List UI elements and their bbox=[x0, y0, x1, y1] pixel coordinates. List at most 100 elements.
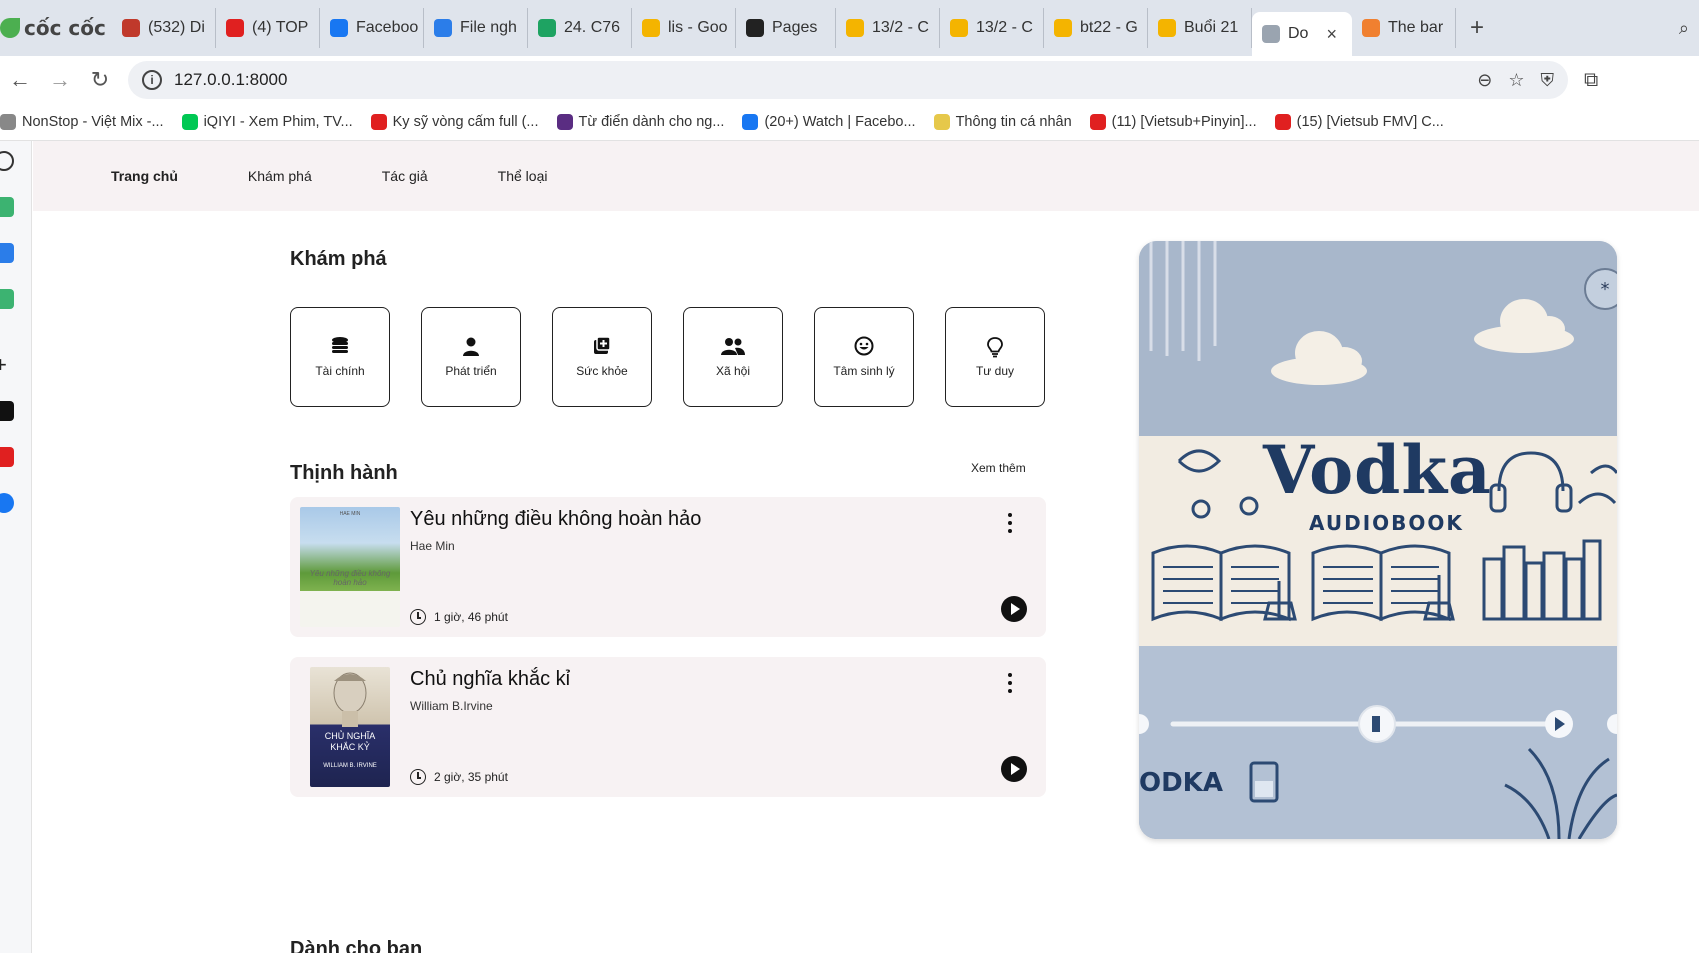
category-finance[interactable]: Tài chính bbox=[290, 307, 390, 407]
tab-label: bt22 - G bbox=[1080, 19, 1138, 36]
tab-label: (532) Di bbox=[148, 19, 205, 36]
game-icon[interactable] bbox=[0, 289, 14, 309]
bookmark-label: (15) [Vietsub FMV] C... bbox=[1296, 114, 1444, 130]
close-tab-icon[interactable]: × bbox=[1326, 24, 1337, 45]
tab-search-icon[interactable]: ⌕ bbox=[1679, 18, 1689, 39]
youtube-icon[interactable] bbox=[0, 447, 14, 467]
nav-authors[interactable]: Tác giả bbox=[382, 168, 428, 184]
category-label: Phát triển bbox=[445, 364, 497, 378]
nav-genres[interactable]: Thể loại bbox=[498, 168, 548, 184]
category-health[interactable]: Sức khỏe bbox=[552, 307, 652, 407]
category-label: Sức khỏe bbox=[576, 364, 628, 378]
bookmark-favicon-icon bbox=[933, 114, 950, 130]
tab-favicon-icon bbox=[746, 19, 764, 37]
shield-icon[interactable]: ⛨ bbox=[1541, 70, 1555, 91]
category-development[interactable]: Phát triển bbox=[421, 307, 521, 407]
coccoc-logo-icon bbox=[0, 18, 20, 38]
tab-favicon-icon bbox=[1158, 19, 1176, 37]
book-cover[interactable]: HAE MIN Yêu những điều không hoàn hảo bbox=[300, 507, 400, 627]
tab-favicon-icon bbox=[950, 19, 968, 37]
new-tab-button[interactable]: + bbox=[1456, 14, 1498, 42]
category-label: Tài chính bbox=[315, 364, 365, 378]
ai-icon[interactable] bbox=[0, 197, 14, 217]
browser-tab[interactable]: (532) Di bbox=[112, 8, 216, 48]
book-title[interactable]: Yêu những điều không hoàn hảo bbox=[410, 508, 701, 531]
book-author[interactable]: William B.Irvine bbox=[410, 699, 493, 713]
tab-label: The bar bbox=[1388, 19, 1444, 36]
browser-tab[interactable]: Faceboo bbox=[320, 8, 424, 48]
address-bar[interactable]: i 127.0.0.1:8000 ⊖ ☆ ⛨ bbox=[128, 61, 1568, 99]
add-sidebar-icon[interactable]: + bbox=[0, 354, 14, 376]
browser-tab[interactable]: lis - Goo bbox=[632, 8, 736, 48]
bookmark-label: Thông tin cá nhân bbox=[955, 114, 1072, 130]
nav-explore[interactable]: Khám phá bbox=[248, 168, 312, 184]
history-icon[interactable] bbox=[0, 151, 14, 171]
book-duration: 1 giờ, 46 phút bbox=[410, 609, 508, 625]
bookmark-item[interactable]: Thông tin cá nhân bbox=[933, 114, 1072, 130]
site-info-icon[interactable]: i bbox=[142, 70, 162, 90]
tab-label: lis - Goo bbox=[668, 19, 728, 36]
category-thinking[interactable]: Tư duy bbox=[945, 307, 1045, 407]
forward-button[interactable]: → bbox=[40, 67, 80, 93]
book-cover[interactable]: CHỦ NGHĨA KHẮC KỶ WILLIAM B. IRVINE bbox=[310, 667, 390, 787]
back-button[interactable]: ← bbox=[0, 67, 40, 93]
play-button[interactable] bbox=[1001, 756, 1027, 782]
nav-home[interactable]: Trang chủ bbox=[111, 168, 178, 184]
tab-label: 24. C76 bbox=[564, 19, 621, 36]
zalo-icon[interactable] bbox=[0, 243, 14, 263]
browser-tab[interactable]: Do × bbox=[1252, 12, 1352, 56]
book-card[interactable]: HAE MIN Yêu những điều không hoàn hảo Yê… bbox=[290, 497, 1046, 637]
tab-label: Faceboo bbox=[356, 19, 419, 36]
zoom-out-icon[interactable]: ⊖ bbox=[1477, 70, 1492, 91]
svg-text:*: * bbox=[1601, 279, 1610, 300]
promo-subtitle: AUDIOBOOK bbox=[1309, 511, 1464, 535]
book-author[interactable]: Hae Min bbox=[410, 539, 455, 553]
reload-button[interactable]: ↻ bbox=[80, 67, 120, 93]
category-psychology[interactable]: Tâm sinh lý bbox=[814, 307, 914, 407]
cover-author: HAE MIN bbox=[339, 511, 361, 517]
bookmark-star-icon[interactable]: ☆ bbox=[1508, 70, 1524, 91]
browser-tab[interactable]: 24. C76 bbox=[528, 8, 632, 48]
bookmark-item[interactable]: NonStop - Việt Mix -... bbox=[0, 114, 164, 130]
bookmark-item[interactable]: iQIYI - Xem Phim, TV... bbox=[181, 114, 353, 130]
book-duration: 2 giờ, 35 phút bbox=[410, 769, 508, 785]
browser-tab[interactable]: File ngh bbox=[424, 8, 528, 48]
coins-icon bbox=[329, 336, 351, 358]
trending-title: Thịnh hành bbox=[290, 462, 398, 484]
more-options-icon[interactable] bbox=[1000, 511, 1020, 535]
more-options-icon[interactable] bbox=[1000, 671, 1020, 695]
tab-favicon-icon bbox=[538, 19, 556, 37]
book-title[interactable]: Chủ nghĩa khắc kỉ bbox=[410, 668, 570, 691]
book-card[interactable]: CHỦ NGHĨA KHẮC KỶ WILLIAM B. IRVINE Chủ … bbox=[290, 657, 1046, 797]
clock-icon bbox=[410, 609, 426, 625]
browser-brand[interactable]: cốc cốc bbox=[0, 16, 112, 40]
browser-tab[interactable]: 13/2 - C bbox=[836, 8, 940, 48]
smile-icon bbox=[854, 336, 874, 358]
bookmark-item[interactable]: (20+) Watch | Facebo... bbox=[742, 114, 916, 130]
tab-label: 13/2 - C bbox=[976, 19, 1033, 36]
browser-tab[interactable]: 13/2 - C bbox=[940, 8, 1044, 48]
tab-favicon-icon bbox=[1362, 19, 1380, 37]
tab-label: (4) TOP bbox=[252, 19, 309, 36]
play-button[interactable] bbox=[1001, 596, 1027, 622]
browser-tab[interactable]: Pages bbox=[736, 8, 836, 48]
bookmark-favicon-icon bbox=[1274, 114, 1291, 130]
browser-tab[interactable]: bt22 - G bbox=[1044, 8, 1148, 48]
bookmark-item[interactable]: Ky sỹ vòng cấm full (... bbox=[370, 114, 539, 130]
tab-label: 13/2 - C bbox=[872, 19, 929, 36]
browser-tab[interactable]: Buổi 21 bbox=[1148, 8, 1252, 48]
bookmark-item[interactable]: Từ điển dành cho ng... bbox=[556, 114, 724, 130]
tiktok-icon[interactable] bbox=[0, 401, 14, 421]
facebook-icon[interactable] bbox=[0, 493, 14, 513]
category-society[interactable]: Xã hội bbox=[683, 307, 783, 407]
extensions-icon[interactable]: ⧉ bbox=[1584, 69, 1598, 92]
browser-tab[interactable]: The bar bbox=[1352, 8, 1456, 48]
category-label: Tâm sinh lý bbox=[833, 364, 895, 378]
browser-tab[interactable]: (4) TOP bbox=[216, 8, 320, 48]
bookmarks-bar: NonStop - Việt Mix -... iQIYI - Xem Phim,… bbox=[0, 104, 1699, 141]
tab-favicon-icon bbox=[642, 19, 660, 37]
bookmark-item[interactable]: (15) [Vietsub FMV] C... bbox=[1274, 114, 1444, 130]
see-more-link[interactable]: Xem thêm bbox=[971, 461, 1026, 475]
bookmark-favicon-icon bbox=[0, 114, 16, 130]
bookmark-item[interactable]: (11) [Vietsub+Pinyin]... bbox=[1089, 114, 1257, 130]
